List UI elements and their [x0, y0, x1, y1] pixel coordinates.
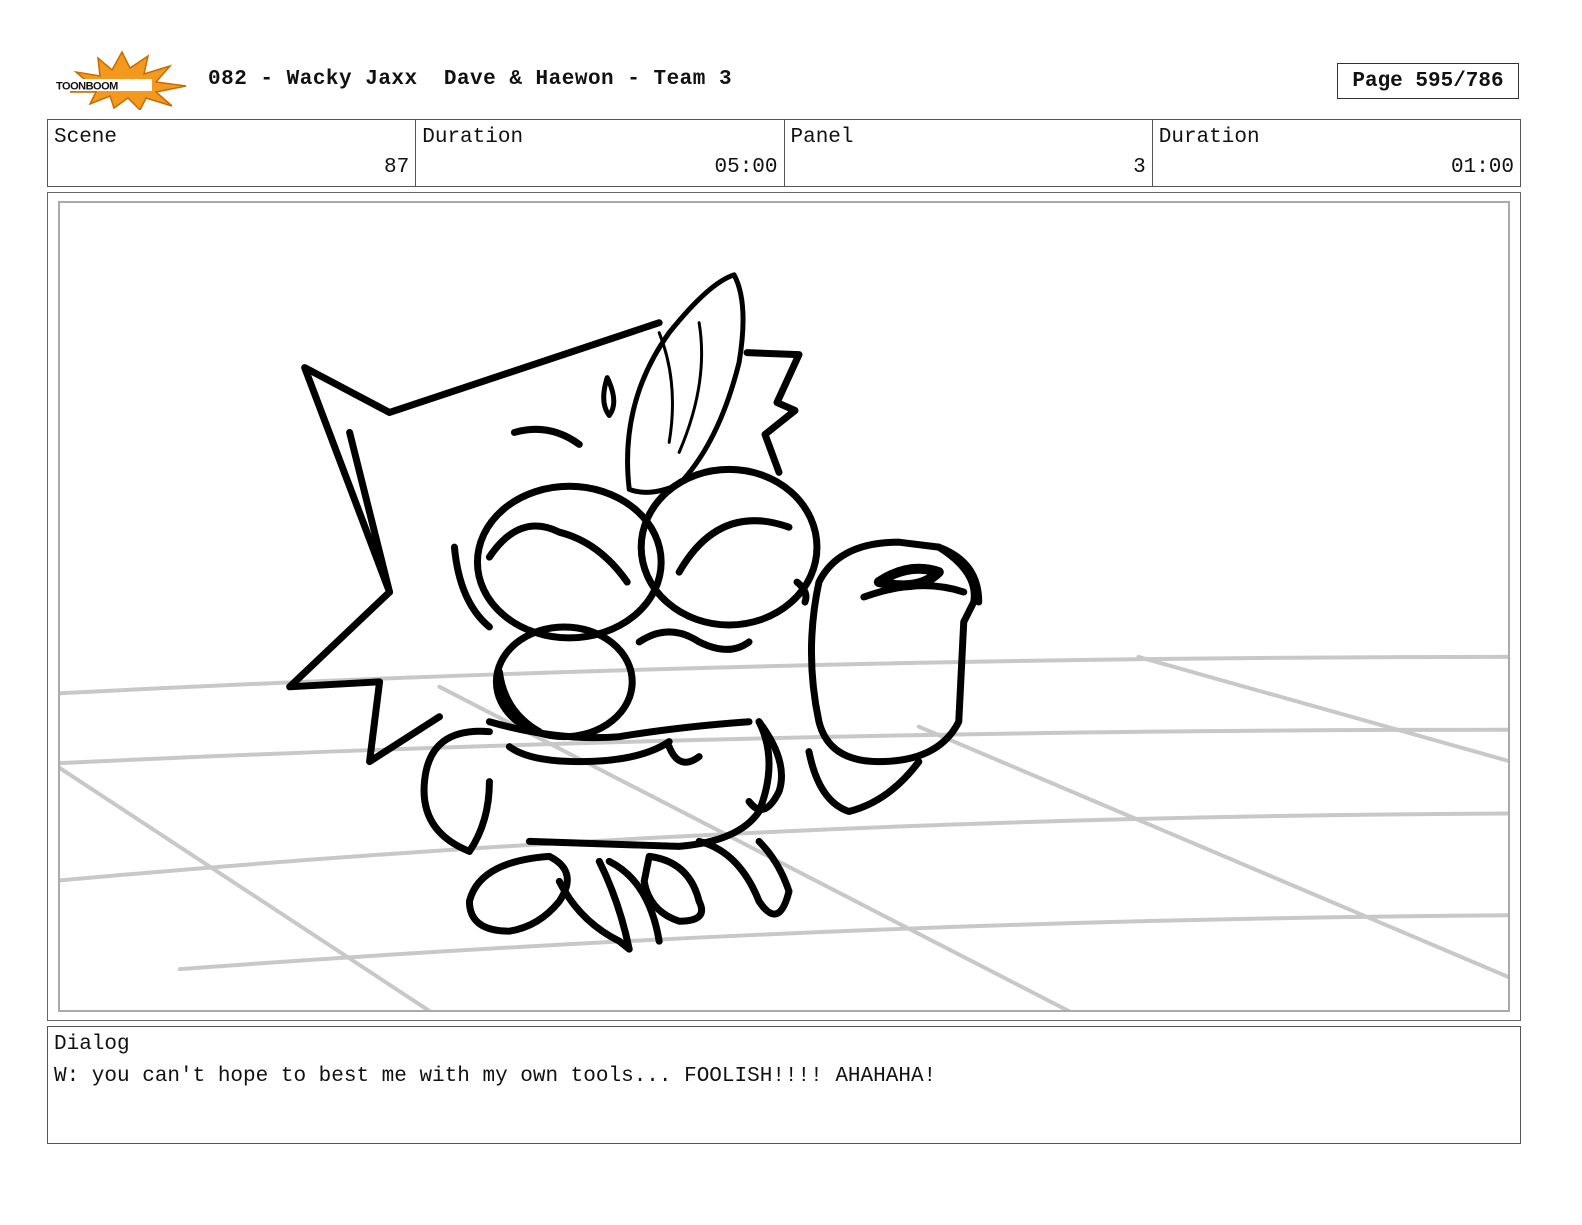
panel-label: Panel	[790, 126, 854, 149]
panel-value: 3	[1133, 156, 1146, 179]
panel-sketch	[60, 272, 1508, 1010]
storyboard-panel	[47, 192, 1521, 1021]
panel-duration-label: Duration	[1158, 126, 1260, 149]
dialog-box: Dialog W: you can't hope to best me with…	[47, 1026, 1521, 1144]
scene-value: 87	[384, 156, 410, 179]
scene-duration-value: 05:00	[714, 156, 778, 179]
character-sketch	[286, 272, 983, 953]
panel-duration-cell: Duration 01:00	[1153, 120, 1520, 186]
toonboom-logo: TOONBOOM	[52, 50, 188, 112]
dialog-text: W: you can't hope to best me with my own…	[54, 1065, 937, 1088]
dialog-label: Dialog	[54, 1033, 130, 1056]
floor-grid	[60, 654, 1508, 1010]
panel-cell: Panel 3	[785, 120, 1153, 186]
logo-text: TOONBOOM	[56, 81, 118, 93]
scene-info-row: Scene 87 Duration 05:00 Panel 3 Duration…	[47, 119, 1521, 187]
storyboard-title: 082 - Wacky Jaxx Dave & Haewon - Team 3	[208, 68, 733, 91]
page-number: Page 595/786	[1337, 63, 1519, 99]
scene-duration-cell: Duration 05:00	[416, 120, 785, 186]
scene-label: Scene	[54, 126, 118, 149]
scene-duration-label: Duration	[422, 126, 524, 149]
panel-duration-value: 01:00	[1450, 156, 1514, 179]
panel-image-area	[58, 201, 1510, 1012]
scene-cell: Scene 87	[48, 120, 417, 186]
